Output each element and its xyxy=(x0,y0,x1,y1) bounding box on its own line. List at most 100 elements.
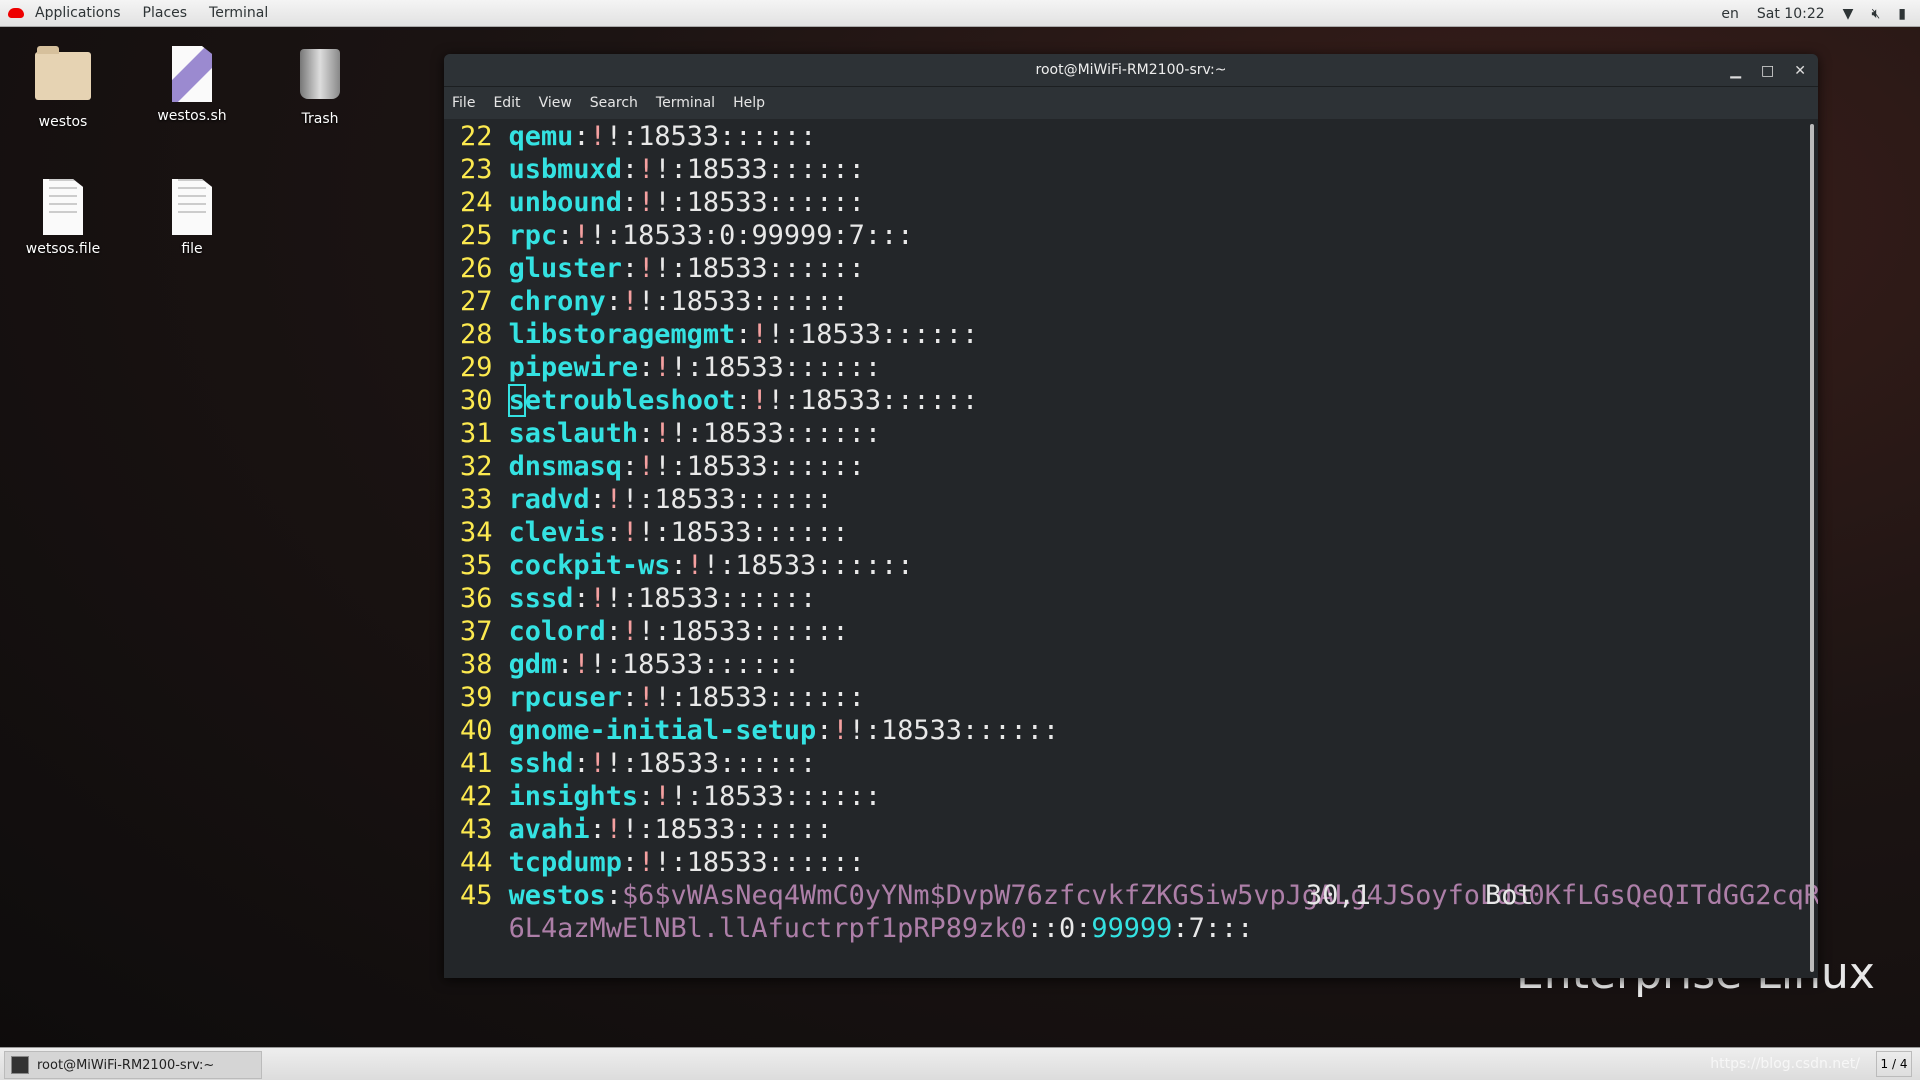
username: saslauth xyxy=(508,418,639,449)
menu-bar: File Edit View Search Terminal Help xyxy=(444,87,1818,119)
shadow-fields: :7::: xyxy=(1172,913,1254,944)
separator: : xyxy=(638,418,655,449)
separator: : xyxy=(605,517,622,548)
language-indicator[interactable]: en xyxy=(1721,6,1739,22)
terminal-content[interactable]: 22 qemu:!!:18533:::::: 23 usbmuxd:!!:1853… xyxy=(460,120,1818,945)
locked-marker: ! xyxy=(638,253,655,284)
minimize-button[interactable]: ▁ xyxy=(1730,63,1741,79)
clock[interactable]: Sat 10:22 xyxy=(1757,6,1825,22)
shadow-fields: :18533:::::: xyxy=(670,154,865,185)
close-button[interactable]: ✕ xyxy=(1794,63,1806,79)
desktop-icon-westos[interactable]: westos xyxy=(8,46,118,130)
menu-search[interactable]: Search xyxy=(590,95,638,111)
desktop-icon-westos-sh[interactable]: westos.sh xyxy=(137,46,247,124)
locked-marker: ! xyxy=(686,550,703,581)
username-rest: etroubleshoot xyxy=(524,385,736,416)
separator: : xyxy=(816,715,833,746)
separator: : xyxy=(670,550,687,581)
separator: : xyxy=(589,484,606,515)
volume-muted-icon[interactable]: 🔇︎ xyxy=(1871,6,1880,22)
text-line: 43 avahi:!!:18533:::::: xyxy=(460,813,1818,846)
text-line: 42 insights:!!:18533:::::: xyxy=(460,780,1818,813)
line-number: 41 xyxy=(460,748,493,779)
locked-marker: ! xyxy=(654,187,671,218)
places-menu[interactable]: Places xyxy=(132,5,199,21)
line-number: 29 xyxy=(460,352,493,383)
menu-terminal[interactable]: Terminal xyxy=(656,95,715,111)
wifi-icon[interactable]: ▼ xyxy=(1843,6,1854,22)
title-bar[interactable]: root@MiWiFi-RM2100-srv:~ ▁ □ ✕ xyxy=(444,54,1818,87)
desktop-icon-trash[interactable]: Trash xyxy=(265,46,375,127)
line-number: 34 xyxy=(460,517,493,548)
menu-help[interactable]: Help xyxy=(733,95,765,111)
locked-marker: ! xyxy=(702,550,720,581)
locked-marker: ! xyxy=(605,121,622,152)
username: rpc xyxy=(508,220,558,251)
text-line: 24 unbound:!!:18533:::::: xyxy=(460,186,1818,219)
applications-menu[interactable]: Applications xyxy=(24,5,132,21)
taskbar-item-terminal[interactable]: root@MiWiFi-RM2100-srv:~ xyxy=(4,1051,262,1079)
line-number: 30 xyxy=(460,385,493,416)
text-line: 29 pipewire:!!:18533:::::: xyxy=(460,351,1818,384)
redhat-logo-icon xyxy=(8,8,24,18)
locked-marker: ! xyxy=(589,121,606,152)
icon-label: file xyxy=(181,241,203,257)
separator: : xyxy=(621,451,639,482)
username: unbound xyxy=(508,187,622,218)
battery-icon[interactable]: ▮ xyxy=(1898,6,1906,22)
shadow-fields: :18533:::::: xyxy=(670,451,865,482)
home-folder-icon xyxy=(35,46,91,100)
locked-marker: ! xyxy=(767,385,784,416)
locked-marker: ! xyxy=(654,682,671,713)
locked-marker: ! xyxy=(589,583,606,614)
text-line-wrap: 6L4azMwElNBl.llAfuctrpf1pRP89zk0::0:9999… xyxy=(460,912,1818,945)
shadow-fields: :18533:::::: xyxy=(686,418,882,449)
separator: : xyxy=(573,121,590,152)
desktop-icon-wetsos-file[interactable]: wetsos.file xyxy=(8,173,118,257)
password-hash: $6$vWAsNeq4WmC0yYNm$DvpW76zfcvkfZKGSiw5v… xyxy=(621,880,1818,911)
window-title: root@MiWiFi-RM2100-srv:~ xyxy=(1035,62,1227,78)
username: chrony xyxy=(508,286,606,317)
username: usbmuxd xyxy=(508,154,622,185)
locked-marker: ! xyxy=(654,847,671,878)
separator: : xyxy=(589,814,606,845)
locked-marker: ! xyxy=(605,583,622,614)
separator: : xyxy=(621,253,639,284)
separator: : xyxy=(557,649,574,680)
separator: : xyxy=(605,286,622,317)
terminal-window[interactable]: root@MiWiFi-RM2100-srv:~ ▁ □ ✕ File Edit… xyxy=(444,54,1818,978)
username: sssd xyxy=(508,583,574,614)
locked-marker: ! xyxy=(638,154,655,185)
locked-marker: ! xyxy=(621,517,639,548)
desktop-icon-file[interactable]: file xyxy=(137,173,247,257)
locked-marker: ! xyxy=(638,847,655,878)
trash-icon xyxy=(300,49,340,99)
menu-edit[interactable]: Edit xyxy=(493,95,520,111)
locked-marker: ! xyxy=(589,220,606,251)
workspace-indicator[interactable]: 1 / 4 xyxy=(1876,1051,1912,1077)
menu-view[interactable]: View xyxy=(539,95,572,111)
text-line: 37 colord:!!:18533:::::: xyxy=(460,615,1818,648)
shadow-fields: :18533:::::: xyxy=(621,748,817,779)
maximize-button[interactable]: □ xyxy=(1761,63,1774,79)
shadow-fields: :18533:::::: xyxy=(783,385,979,416)
terminal-app-menu[interactable]: Terminal xyxy=(198,5,279,21)
text-line: 44 tcpdump:!!:18533:::::: xyxy=(460,846,1818,879)
menu-file[interactable]: File xyxy=(452,95,475,111)
separator: : xyxy=(735,319,752,350)
text-file-icon xyxy=(172,179,212,235)
scrollbar[interactable] xyxy=(1810,124,1814,972)
shadow-fields: ::0: xyxy=(1026,913,1092,944)
max-days: 99999 xyxy=(1091,913,1173,944)
shadow-fields: :18533:::::: xyxy=(686,352,882,383)
line-number: 38 xyxy=(460,649,493,680)
